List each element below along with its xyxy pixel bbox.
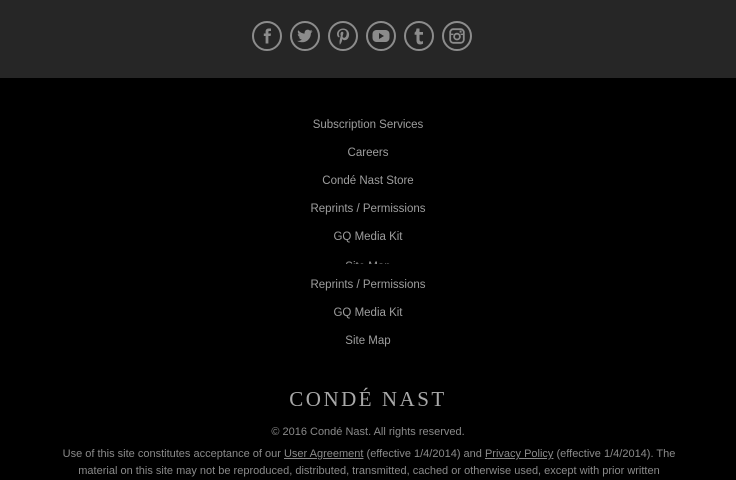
legal-text-part-2: (effective 1/4/2014) and (363, 448, 485, 460)
tumblr-icon[interactable] (404, 21, 434, 51)
legal-text: Use of this site constitutes acceptance … (52, 446, 686, 480)
footer-link-reprints-permissions[interactable]: Reprints / Permissions (310, 203, 425, 215)
footer-link-conde-nast-store[interactable]: Condé Nast Store (322, 175, 413, 187)
twitter-icon[interactable] (290, 21, 320, 51)
copyright-text: © 2016 Condé Nast. All rights reserved. (271, 426, 465, 438)
footer-link-site-map[interactable]: Site Map (345, 258, 390, 264)
footer-links: Subscription Services Careers Condé Nast… (0, 114, 736, 358)
privacy-policy-link[interactable]: Privacy Policy (485, 448, 553, 460)
facebook-icon[interactable] (252, 21, 282, 51)
social-icons (252, 21, 472, 51)
youtube-icon[interactable] (366, 21, 396, 51)
social-bar (0, 0, 736, 78)
legal-text-part-1: Use of this site constitutes acceptance … (62, 448, 284, 460)
footer-link-gq-media-kit-2[interactable]: GQ Media Kit (333, 307, 402, 319)
footer-link-subscription-services[interactable]: Subscription Services (313, 119, 424, 131)
footer-link-site-map-2[interactable]: Site Map (345, 335, 390, 347)
footer-link-reprints-permissions-2[interactable]: Reprints / Permissions (310, 279, 425, 291)
conde-nast-logo: CONDÉ NAST (289, 387, 447, 411)
pinterest-icon[interactable] (328, 21, 358, 51)
instagram-icon[interactable] (442, 21, 472, 51)
footer-link-gq-media-kit[interactable]: GQ Media Kit (333, 231, 402, 243)
footer-link-careers[interactable]: Careers (348, 147, 389, 159)
user-agreement-link[interactable]: User Agreement (284, 448, 363, 460)
